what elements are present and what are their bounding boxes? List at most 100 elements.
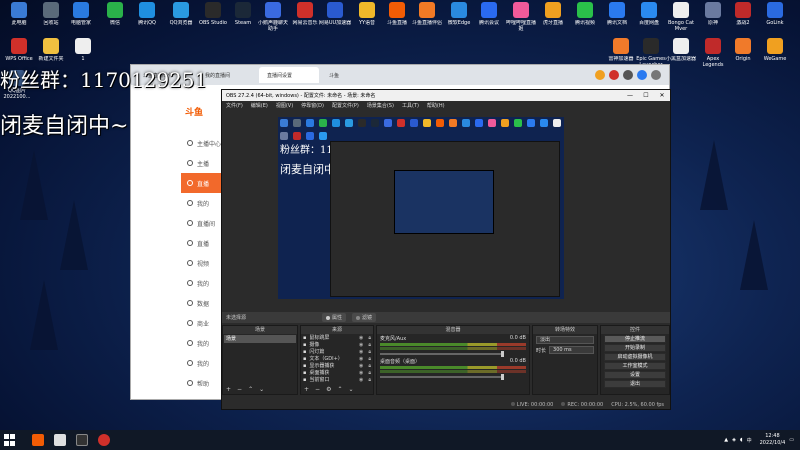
taskbar-douyu-icon[interactable] [32,434,44,446]
obs-preview[interactable]: 粉丝群：1170129251 闭麦自闭中~ [278,117,564,299]
start-recording-button[interactable]: 开始录制 [604,344,666,352]
extension-icon[interactable] [595,70,605,80]
volume-icon[interactable]: ◖ [740,437,743,443]
sidebar-item[interactable]: 直播 [181,173,221,193]
desktop-icon[interactable]: 网易UU加速器 [318,2,352,32]
taskbar-bongo-icon[interactable] [54,434,66,446]
network-icon[interactable]: ◈ [732,437,736,443]
scene-item[interactable]: 场景 [224,335,296,343]
obs-menu-item[interactable]: 帮助(H) [427,102,445,109]
obs-menu-item[interactable]: 工具(T) [402,102,419,109]
volume-slider[interactable] [380,351,505,357]
maximize-icon[interactable]: ☐ [638,92,654,99]
add-icon[interactable]: + [304,386,309,394]
desktop-icon[interactable]: Bongo Cat Mver [664,2,698,32]
lock-icon[interactable]: 🔒︎ [368,349,371,355]
stop-streaming-button[interactable]: 停止推流 [604,335,666,343]
sidebar-item[interactable]: 我的 [181,273,221,293]
eye-icon[interactable]: ◉ [359,349,363,355]
lock-icon[interactable]: 🔒︎ [368,356,371,362]
source-item[interactable]: ▪ 桌面捕获 ◉ 🔒︎ [301,369,373,377]
desktop-icon[interactable]: 微信 [98,2,132,32]
eye-icon[interactable]: ◉ [359,342,363,348]
desktop-icon[interactable]: 百度网盘 [632,2,666,32]
desktop-icon[interactable]: GoLink [758,2,792,32]
eye-icon[interactable]: ◉ [359,363,363,369]
gear-icon[interactable]: ⚙ [326,386,331,394]
desktop-icon[interactable]: 虎牙直播 [536,2,570,32]
desktop-icon[interactable]: YY语音 [350,2,384,32]
minimize-icon[interactable]: — [622,92,638,99]
desktop-icon[interactable]: QQ浏览器 [164,2,198,32]
sidebar-item[interactable]: 主播 [181,153,221,173]
source-item[interactable]: ▪ 当前窗口 ◉ 🔒︎ [301,376,373,384]
desktop-icon[interactable]: 哔哩哔哩直播姬 [504,2,538,32]
sidebar-item[interactable]: 数据 [181,293,221,313]
sidebar-item[interactable]: 直播 [181,233,221,253]
source-item[interactable]: ▪ 文本（GDI+） ◉ 🔒︎ [301,355,373,363]
lock-icon[interactable]: 🔒︎ [368,363,371,369]
extension-icon[interactable] [609,70,619,80]
duration-input[interactable]: 300 ms [549,346,594,354]
desktop-icon[interactable]: 斗鱼直播 [380,2,414,32]
taskbar-netease-icon[interactable] [98,434,110,446]
exit-button[interactable]: 退出 [604,380,666,388]
desktop-icon[interactable]: 腾讯会议 [472,2,506,32]
desktop-icon[interactable]: 激战2 [726,2,760,32]
desktop-icon[interactable]: Origin [726,38,760,68]
notification-icon[interactable]: ▭ [789,437,794,443]
sidebar-item[interactable]: 帮助 [181,373,221,393]
desktop-icon[interactable]: 电脑管家 [64,2,98,32]
close-icon[interactable]: ✕ [654,92,670,99]
desktop-icon[interactable]: 腾讯QQ [130,2,164,32]
remove-icon[interactable]: − [315,386,320,394]
taskbar-obs-icon[interactable] [76,434,88,446]
extension-icon[interactable] [637,70,647,80]
lock-icon[interactable]: 🔒︎ [368,370,371,376]
clock[interactable]: 12:48 2022/10/4 [760,433,786,447]
lock-icon[interactable]: 🔒︎ [368,335,371,341]
desktop-icon[interactable]: 微软Edge [442,2,476,32]
desktop-icon[interactable]: 小鹅声鹿聊天助手 [256,2,290,32]
desktop-icon[interactable]: Apex Legends [696,38,730,68]
move-down-icon[interactable]: ⌄ [348,386,353,394]
desktop-icon[interactable]: Steam [226,2,260,32]
obs-window[interactable]: OBS 27.2.4 (64-bit, windows) - 配置文件: 未命名… [221,89,671,410]
obs-menu-item[interactable]: 停靠窗(D) [301,102,324,109]
filters-button[interactable]: 滤镜 [352,313,377,322]
extension-icon[interactable] [623,70,633,80]
sidebar-item[interactable]: 商业 [181,313,221,333]
eye-icon[interactable]: ◉ [359,335,363,341]
sidebar-item[interactable]: 主播中心 [181,133,221,153]
obs-menu-item[interactable]: 编辑(E) [251,102,268,109]
source-item[interactable]: ▪ 鼠标跳屏 ◉ 🔒︎ [301,334,373,342]
obs-menu-item[interactable]: 文件(F) [226,102,243,109]
eye-icon[interactable]: ◉ [359,356,363,362]
lock-icon[interactable]: 🔒︎ [368,342,371,348]
obs-menu-item[interactable]: 场景集合(S) [367,102,394,109]
lock-icon[interactable]: 🔒︎ [368,377,371,383]
desktop-icon[interactable]: 斗鱼直播伴侣 [410,2,444,32]
desktop-icon[interactable]: 回收站 [34,2,68,32]
desktop-icon[interactable]: WeGame [758,38,792,68]
desktop-icon[interactable]: OBS Studio [196,2,230,32]
browser-tab[interactable]: 斗鱼 [321,67,381,83]
eye-icon[interactable]: ◉ [359,370,363,376]
virtual-camera-button[interactable]: 启动虚拟摄像机 [604,353,666,361]
desktop-icon[interactable]: 此电脑 [2,2,36,32]
obs-menu-item[interactable]: 配置文件(P) [332,102,359,109]
properties-button[interactable]: 属性 [322,313,347,322]
settings-button[interactable]: 设置 [604,371,666,379]
desktop-icon[interactable]: 腾讯文档 [600,2,634,32]
sidebar-item[interactable]: 直播间 [181,213,221,233]
desktop-icon[interactable]: 腾讯视频 [568,2,602,32]
browser-tab[interactable]: 直播间设置 [259,67,319,83]
desktop-icon[interactable]: 原神 [696,2,730,32]
move-down-icon[interactable]: ⌄ [259,386,264,394]
remove-icon[interactable]: − [237,386,242,394]
windows-start-icon[interactable] [4,434,16,446]
source-item[interactable]: ▪ 显示器捕获 ◉ 🔒︎ [301,362,373,370]
tray-icon[interactable]: ▲ [724,437,728,443]
sidebar-item[interactable]: 我的 [181,353,221,373]
menu-icon[interactable] [651,70,661,80]
